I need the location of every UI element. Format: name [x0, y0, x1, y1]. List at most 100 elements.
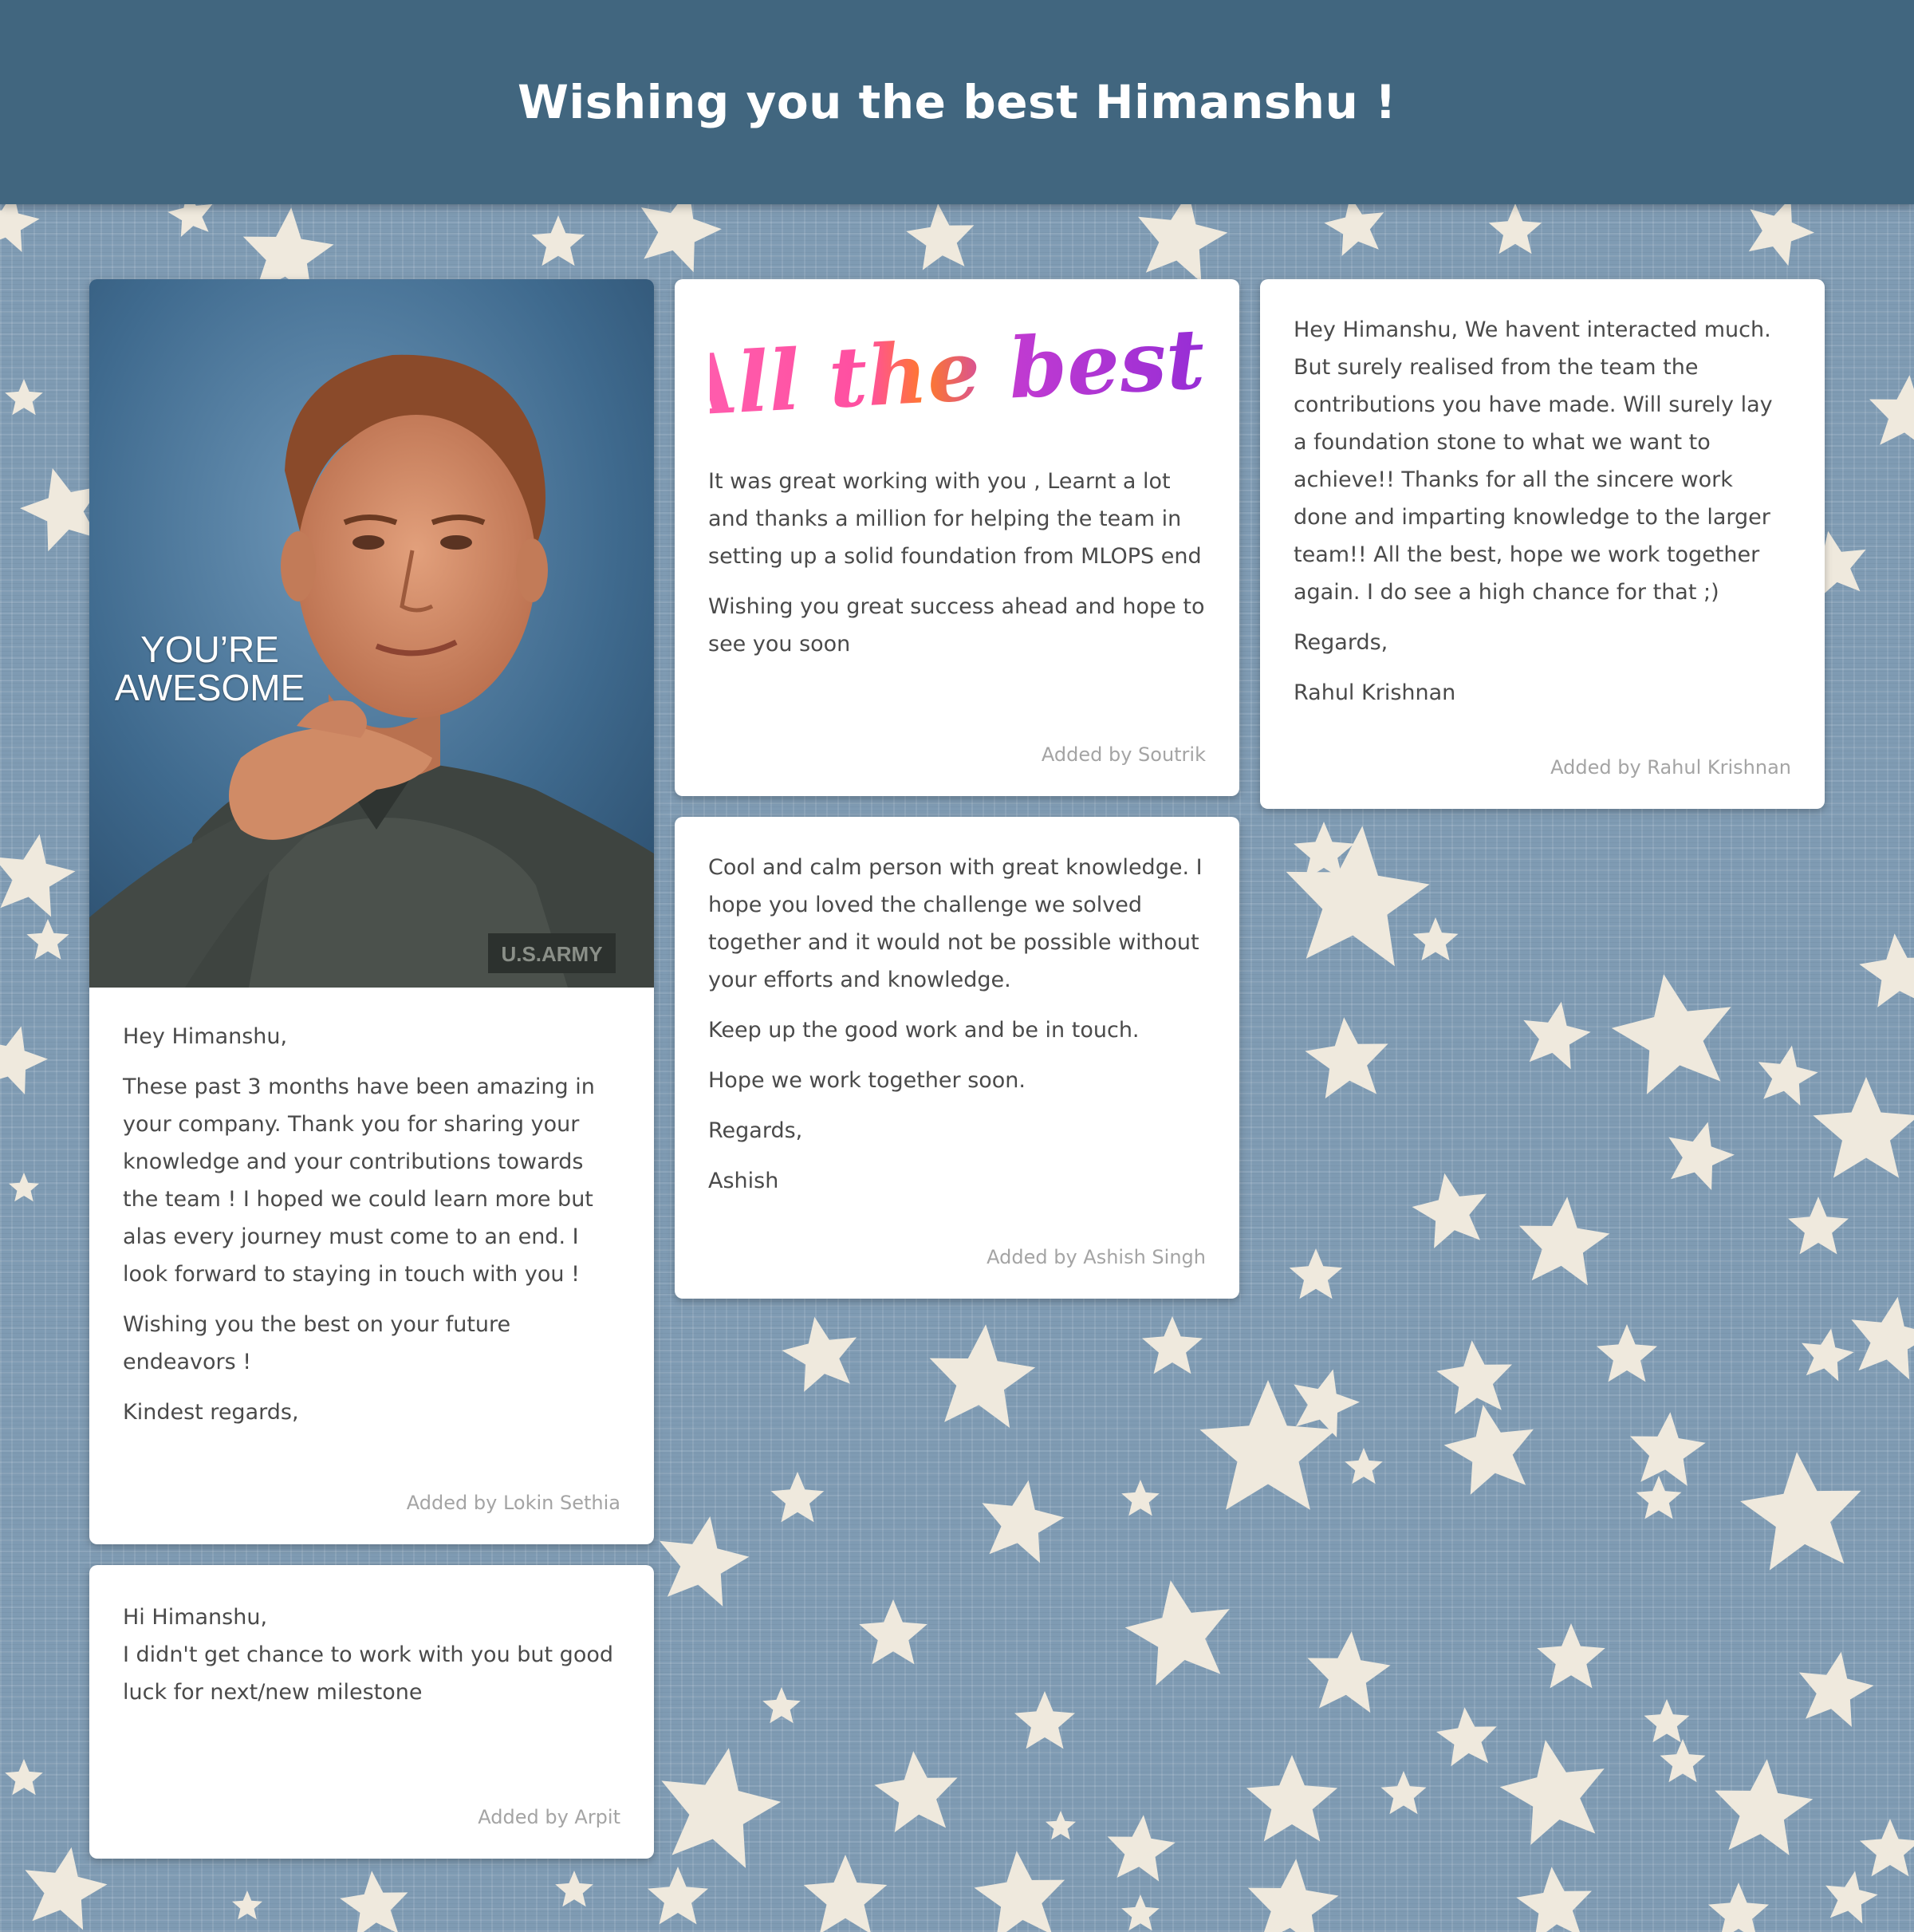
- star-shape: [1788, 1197, 1849, 1255]
- star-shape: [1443, 1404, 1534, 1495]
- star-shape: [770, 1472, 825, 1523]
- card-arpit[interactable]: Hi Himanshu, I didn't get chance to work…: [89, 1565, 654, 1859]
- star-shape: [1436, 1707, 1497, 1767]
- star-shape: [1138, 191, 1228, 282]
- message-line: Hi Himanshu,: [123, 1605, 268, 1630]
- star-shape: [1758, 1045, 1818, 1106]
- author-label: Added by Lokin Sethia: [406, 1492, 620, 1514]
- star-shape: [648, 1867, 708, 1925]
- star-shape: [1630, 1412, 1706, 1486]
- star-shape: [1825, 1871, 1878, 1924]
- star-shape: [859, 1599, 927, 1665]
- star-shape: [803, 1855, 888, 1932]
- message-paragraph: Rahul Krishnan: [1294, 680, 1456, 705]
- svg-text:U.S.ARMY: U.S.ARMY: [501, 942, 602, 966]
- star-shape: [1523, 1001, 1591, 1070]
- star-shape: [531, 215, 585, 266]
- star-shape: [1660, 1739, 1706, 1783]
- star-shape: [1748, 197, 1814, 266]
- star-shape: [1740, 1452, 1861, 1571]
- message-paragraph: Keep up the good work and be in touch.: [708, 1018, 1140, 1043]
- star-shape: [1307, 1631, 1391, 1713]
- caption-line-1: YOU’RE: [140, 629, 279, 670]
- star-shape: [906, 203, 975, 270]
- message-paragraph: Cool and calm person with great knowledg…: [708, 855, 1203, 992]
- star-shape: [1611, 974, 1731, 1094]
- card-message: It was great working with you , Learnt a…: [675, 455, 1239, 663]
- star-shape: [782, 1316, 857, 1392]
- star-shape: [0, 834, 76, 917]
- card-message: Hi Himanshu, I didn't get chance to work…: [89, 1565, 654, 1711]
- star-shape: [1813, 1077, 1914, 1178]
- star-shape: [9, 1173, 39, 1202]
- card-rahul[interactable]: Hey Himanshu, We havent interacted much.…: [1260, 279, 1825, 809]
- star-shape: [1412, 1173, 1487, 1248]
- author-label: Added by Soutrik: [1041, 743, 1206, 766]
- star-shape: [340, 1871, 408, 1932]
- awesome-meme-image: U.S.ARMY YOU’RE AWESOME: [89, 279, 654, 988]
- message-paragraph: Hey Himanshu,: [123, 1024, 288, 1049]
- message-paragraph: Wishing you the best on your future ende…: [123, 1312, 511, 1374]
- card-message: Hey Himanshu, We havent interacted much.…: [1260, 279, 1825, 712]
- star-shape: [762, 1687, 801, 1724]
- star-shape: [974, 1851, 1065, 1932]
- star-shape: [0, 1026, 48, 1094]
- star-shape: [1345, 1448, 1383, 1484]
- star-shape: [1537, 1623, 1605, 1689]
- message-paragraph: Kindest regards,: [123, 1400, 299, 1425]
- star-shape: [929, 1324, 1036, 1428]
- star-shape: [20, 467, 101, 552]
- author-label: Added by Arpit: [478, 1806, 620, 1828]
- message-paragraph: Hey Himanshu, We havent interacted much.…: [1294, 317, 1773, 605]
- star-shape: [5, 379, 43, 416]
- message-line: I didn't get chance to work with you but…: [123, 1642, 614, 1705]
- star-shape: [982, 1480, 1065, 1563]
- star-shape: [25, 1847, 108, 1930]
- card-lokin[interactable]: U.S.ARMY YOU’RE AWESOME Hey Himanshu, Th…: [89, 279, 654, 1544]
- star-shape: [661, 1748, 782, 1868]
- star-shape: [1412, 917, 1459, 961]
- star-shape: [232, 1891, 262, 1920]
- star-shape: [26, 919, 69, 960]
- message-paragraph: Hope we work together soon.: [708, 1068, 1026, 1093]
- star-shape: [1802, 1328, 1854, 1382]
- star-shape: [1708, 1883, 1769, 1932]
- star-shape: [1869, 375, 1914, 445]
- star-shape: [1499, 1740, 1605, 1845]
- message-paragraph: Regards,: [708, 1118, 803, 1143]
- star-shape: [1516, 1867, 1592, 1932]
- message-paragraph: It was great working with you , Learnt a…: [708, 469, 1202, 569]
- star-shape: [1247, 1859, 1339, 1932]
- star-shape: [1380, 1771, 1427, 1815]
- star-shape: [1324, 195, 1384, 256]
- star-shape: [1644, 1699, 1690, 1743]
- star-shape: [1121, 1480, 1160, 1516]
- star-shape: [1121, 1895, 1160, 1931]
- star-shape: [1046, 1811, 1076, 1840]
- star-shape: [1305, 1017, 1388, 1099]
- star-shape: [1715, 1759, 1814, 1855]
- all-the-best-image: All the best!: [675, 279, 1239, 455]
- card-ashish[interactable]: Cool and calm person with great knowledg…: [675, 817, 1239, 1299]
- star-shape: [660, 1516, 750, 1607]
- message-paragraph: Ashish: [708, 1169, 779, 1193]
- star-shape: [1246, 1755, 1338, 1842]
- star-shape: [1851, 1296, 1914, 1380]
- star-shape: [1142, 1316, 1203, 1374]
- card-soutrik[interactable]: All the best! It was great working with …: [675, 279, 1239, 796]
- star-shape: [1518, 1197, 1610, 1286]
- star-shape: [1668, 1122, 1735, 1190]
- star-shape: [874, 1751, 958, 1833]
- all-the-best-text: All the best!: [710, 311, 1204, 436]
- star-shape: [1014, 1691, 1075, 1749]
- star-shape: [1107, 1815, 1176, 1882]
- message-paragraph: Regards,: [1294, 630, 1388, 655]
- page-header: Wishing you the best Himanshu !: [0, 0, 1914, 204]
- page-title: Wishing you the best Himanshu !: [517, 75, 1397, 129]
- image-caption: YOU’RE AWESOME: [110, 630, 309, 707]
- star-shape: [5, 1759, 43, 1796]
- card-message: Cool and calm person with great knowledg…: [675, 817, 1239, 1200]
- star-shape: [1636, 1476, 1682, 1520]
- card-message: Hey Himanshu, These past 3 months have b…: [89, 988, 654, 1431]
- caption-line-2: AWESOME: [114, 667, 305, 708]
